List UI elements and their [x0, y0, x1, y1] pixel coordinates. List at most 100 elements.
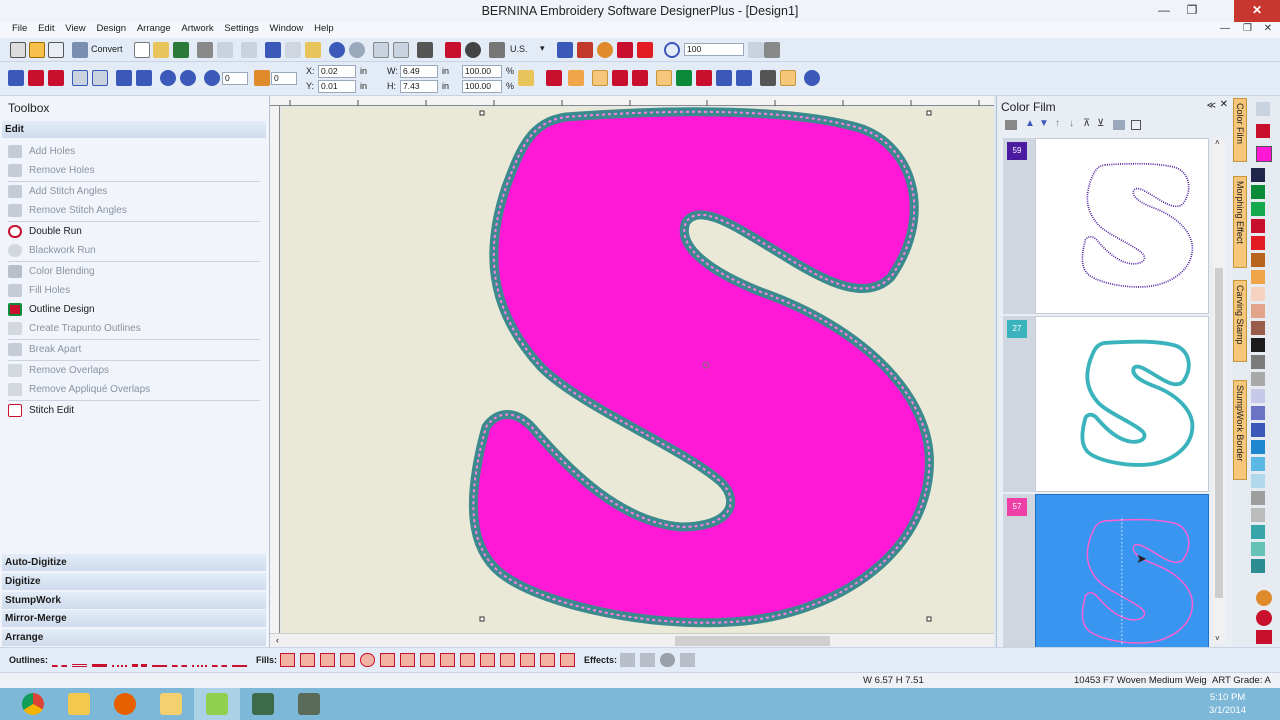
move-to-end-icon[interactable]: ↓ — [1069, 118, 1074, 129]
reshape-icon[interactable] — [28, 70, 44, 86]
pin-icon[interactable]: ≪ — [1207, 100, 1216, 111]
taskbar-firefox[interactable] — [102, 688, 148, 720]
palette-swatch[interactable] — [1251, 219, 1265, 233]
palette-swatch[interactable] — [1251, 525, 1265, 539]
palette-swatch[interactable] — [1251, 372, 1265, 386]
rotate-right-icon[interactable] — [180, 70, 196, 86]
palette-swatch[interactable] — [1251, 236, 1265, 250]
rotate-angle-input[interactable]: 0 — [222, 72, 248, 85]
resize-icon[interactable] — [393, 42, 409, 58]
wave-fill-icon[interactable] — [540, 653, 555, 667]
menu-artwork[interactable]: Artwork — [177, 22, 217, 36]
menu-edit[interactable]: Edit — [34, 22, 58, 36]
palette-swatch[interactable] — [1251, 253, 1265, 267]
show-bitmap-icon[interactable] — [676, 70, 692, 86]
satin-outline-icon[interactable] — [92, 653, 107, 667]
grid-fill-icon[interactable] — [460, 653, 475, 667]
slant-angle-input[interactable]: 0 — [271, 72, 297, 85]
menu-window[interactable]: Window — [266, 22, 308, 36]
mirror-vertical-icon[interactable] — [136, 70, 152, 86]
slant-icon[interactable] — [254, 70, 270, 86]
scroll-thumb[interactable] — [1215, 268, 1223, 598]
palette-swatch[interactable] — [1251, 423, 1265, 437]
step-fill-icon[interactable] — [320, 653, 335, 667]
convert-button[interactable]: Convert — [91, 44, 123, 54]
skew-icon[interactable] — [92, 70, 108, 86]
taskbar-chrome[interactable] — [10, 688, 56, 720]
mdi-minimize-button[interactable]: — — [1220, 22, 1230, 36]
menu-file[interactable]: File — [8, 22, 31, 36]
color-wheel-icon[interactable] — [1256, 590, 1272, 606]
zoom-dropdown-icon[interactable] — [748, 42, 764, 58]
radial-fill-icon[interactable] — [360, 653, 375, 667]
tab-stumpwork-border[interactable]: StumpWork Border — [1233, 380, 1247, 480]
rotate-left-icon[interactable] — [160, 70, 176, 86]
design-mode-icon[interactable] — [48, 42, 64, 58]
transform-icon[interactable] — [373, 42, 389, 58]
triple-stitch-icon[interactable] — [72, 653, 87, 667]
pan-icon[interactable] — [764, 42, 780, 58]
mdi-restore-button[interactable]: ❐ — [1243, 22, 1252, 36]
group-icon[interactable] — [1113, 120, 1125, 130]
grid-lines-icon[interactable] — [760, 70, 776, 86]
menu-settings[interactable]: Settings — [220, 22, 262, 36]
cross-stitch-fill-icon[interactable] — [420, 653, 435, 667]
tab-morphing-effect[interactable]: Morphing Effect — [1233, 176, 1247, 268]
color-film-row[interactable]: 57 ➤ — [1003, 494, 1209, 670]
satin-fill-icon[interactable] — [300, 653, 315, 667]
convert-icon[interactable] — [72, 42, 88, 58]
scale-icon[interactable] — [72, 70, 88, 86]
user-icon[interactable] — [597, 42, 613, 58]
menu-help[interactable]: Help — [310, 22, 338, 36]
show-connectors-icon[interactable] — [632, 70, 648, 86]
group-auto-digitize[interactable]: Auto-Digitize — [2, 554, 266, 571]
horizontal-scrollbar[interactable]: ‹ — [270, 633, 994, 647]
palette-swatch[interactable] — [1251, 474, 1265, 488]
y-position-input[interactable]: 0.01 — [318, 80, 356, 93]
width-input[interactable]: 6.49 — [400, 65, 438, 78]
palette-swatch[interactable] — [1251, 440, 1265, 454]
palette-swatch[interactable] — [1251, 287, 1265, 301]
view-icon[interactable] — [1005, 120, 1017, 130]
color-film-row[interactable]: 59 — [1003, 138, 1209, 314]
scroll-thumb[interactable] — [675, 636, 830, 646]
tatami-fill-icon[interactable] — [280, 653, 295, 667]
taskbar-bernina[interactable] — [194, 688, 240, 720]
save-icon[interactable] — [173, 42, 189, 58]
palette-swatch[interactable] — [1251, 457, 1265, 471]
move-down-icon[interactable]: ↑ — [1055, 118, 1060, 129]
candlewicking-icon[interactable] — [192, 653, 207, 667]
palette-swatch[interactable] — [1251, 389, 1265, 403]
redo-icon[interactable] — [349, 42, 365, 58]
show-artwork-icon[interactable] — [656, 70, 672, 86]
artwork-mode-icon[interactable] — [29, 42, 45, 58]
scroll-up-icon[interactable]: ˄ — [1215, 138, 1220, 147]
realistic-view-icon[interactable] — [804, 70, 820, 86]
chevron-down-icon[interactable]: ▾ — [540, 43, 545, 54]
color-film-row[interactable]: 27 — [1003, 316, 1209, 492]
design-canvas[interactable] — [281, 107, 994, 633]
slow-redraw-icon[interactable] — [417, 42, 433, 58]
show-vectors-icon[interactable] — [696, 70, 712, 86]
print-icon[interactable] — [197, 42, 213, 58]
open-icon[interactable] — [153, 42, 169, 58]
taskbar-app[interactable] — [240, 688, 286, 720]
fill-bucket-icon[interactable] — [1256, 124, 1270, 138]
zoom-input[interactable]: 100 — [684, 43, 744, 56]
select-object-icon[interactable] — [8, 70, 24, 86]
palette-swatch[interactable] — [1251, 304, 1265, 318]
stitch-icon[interactable] — [637, 42, 653, 58]
cut-icon[interactable] — [265, 42, 281, 58]
design-grid-icon[interactable] — [780, 70, 796, 86]
stitch-player-icon[interactable] — [445, 42, 461, 58]
tools-icon[interactable] — [489, 42, 505, 58]
contour-fill-icon[interactable] — [400, 653, 415, 667]
close-button[interactable]: ✕ — [1234, 0, 1280, 22]
stitch-angle-icon[interactable] — [546, 70, 562, 86]
taskbar-files[interactable] — [148, 688, 194, 720]
blanket-stitch-icon[interactable] — [132, 653, 147, 667]
lock-icon[interactable] — [518, 70, 534, 86]
motif-fill-icon[interactable] — [480, 653, 495, 667]
pattern-fill-icon[interactable] — [440, 653, 455, 667]
copy-icon[interactable] — [285, 42, 301, 58]
